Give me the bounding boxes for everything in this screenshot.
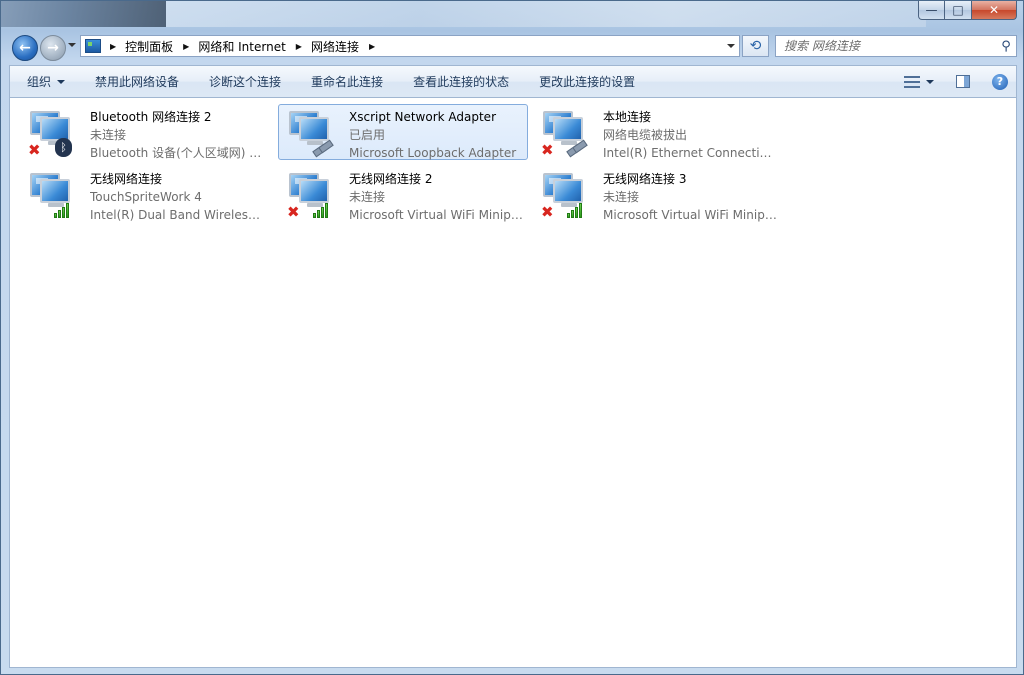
connection-status: 未连接	[603, 190, 640, 204]
network-adapter-icon: ✖ ᛒ	[28, 111, 72, 159]
network-adapter-icon: ✖	[541, 173, 585, 221]
network-adapter-icon	[28, 173, 72, 219]
signal-bars-icon	[567, 202, 585, 218]
rename-connection-button[interactable]: 重命名此连接	[296, 66, 398, 97]
help-icon[interactable]: ?	[992, 73, 1008, 90]
connection-status: 网络电缆被拔出	[603, 128, 688, 142]
error-x-icon: ✖	[287, 203, 300, 221]
signal-bars-icon	[54, 202, 72, 218]
connection-item-wireless-3[interactable]: ✖ 无线网络连接 3 未连接 Microsoft Virtual WiFi Mi…	[532, 166, 782, 222]
connection-status: 未连接	[349, 190, 386, 204]
preview-pane-icon[interactable]	[956, 75, 970, 88]
monitor-front	[553, 179, 583, 203]
connection-item-local[interactable]: ✖ 本地连接 网络电缆被拔出 Intel(R) Ethernet Connect…	[532, 104, 782, 160]
recent-pages-dropdown[interactable]	[68, 43, 76, 47]
connection-device: Microsoft Loopback Adapter	[349, 146, 517, 160]
view-status-button[interactable]: 查看此连接的状态	[398, 66, 524, 97]
monitor-front	[553, 117, 583, 141]
address-bar[interactable]: ▶ 控制面板 ▶ 网络和 Internet ▶ 网络连接 ▶	[80, 35, 740, 57]
bluetooth-icon: ᛒ	[55, 138, 72, 157]
connection-device: Microsoft Virtual WiFi Minipor...	[349, 208, 523, 222]
connection-item-wireless-2[interactable]: ✖ 无线网络连接 2 未连接 Microsoft Virtual WiFi Mi…	[278, 166, 528, 222]
title-bar-glass	[166, 1, 926, 27]
connection-text: Xscript Network Adapter 已启用 Microsoft Lo…	[349, 108, 523, 162]
maximize-button[interactable]: □	[945, 1, 972, 20]
search-box[interactable]: ⚲	[775, 35, 1017, 57]
connection-name: 本地连接	[603, 110, 652, 124]
caption-buttons: — □ ✕	[918, 1, 1017, 21]
connection-status: TouchSpriteWork 4	[90, 190, 202, 204]
view-controls: ?	[904, 66, 1008, 97]
breadcrumb-arrow-icon[interactable]: ▶	[183, 42, 189, 51]
control-panel-icon	[85, 39, 101, 53]
breadcrumb-arrow-icon[interactable]: ▶	[296, 42, 302, 51]
search-icon[interactable]: ⚲	[996, 39, 1016, 54]
monitor-front	[299, 179, 329, 203]
connection-name: 无线网络连接 2	[349, 172, 433, 186]
cable-icon	[566, 139, 588, 158]
breadcrumb: ▶ 控制面板 ▶ 网络和 Internet ▶ 网络连接 ▶	[106, 38, 384, 55]
title-bar-shade	[1, 1, 166, 27]
command-bar: 组织 禁用此网络设备 诊断这个连接 重命名此连接 查看此连接的状态 更改此连接的…	[9, 65, 1017, 98]
connection-name: 无线网络连接	[90, 172, 163, 186]
search-input[interactable]	[776, 37, 996, 55]
connection-status: 已启用	[349, 128, 386, 142]
organize-label: 组织	[27, 75, 52, 89]
diagnose-connection-button[interactable]: 诊断这个连接	[194, 66, 296, 97]
back-button[interactable]: ←	[12, 35, 38, 61]
error-x-icon: ✖	[541, 141, 554, 159]
breadcrumb-network-connections[interactable]: 网络连接	[311, 38, 359, 55]
breadcrumb-network-internet[interactable]: 网络和 Internet	[198, 38, 285, 55]
network-adapter-icon	[287, 111, 334, 158]
breadcrumb-control-panel[interactable]: 控制面板	[125, 38, 173, 55]
breadcrumb-arrow-icon[interactable]: ▶	[110, 42, 116, 51]
change-settings-button[interactable]: 更改此连接的设置	[524, 66, 650, 97]
cable-icon	[312, 139, 334, 158]
organize-button[interactable]: 组织	[10, 66, 80, 97]
connection-status: 未连接	[90, 128, 127, 142]
connection-device: Microsoft Virtual WiFi Minipor...	[603, 208, 777, 222]
connection-device: Intel(R) Dual Band Wireless-A...	[90, 208, 264, 222]
signal-bars-icon	[313, 202, 331, 218]
connection-device: Intel(R) Ethernet Connection (2...	[603, 146, 777, 160]
change-view-icon[interactable]	[904, 75, 920, 89]
error-x-icon: ✖	[28, 141, 41, 159]
connection-item-wireless[interactable]: 无线网络连接 TouchSpriteWork 4 Intel(R) Dual B…	[19, 166, 269, 222]
connection-text: 无线网络连接 TouchSpriteWork 4 Intel(R) Dual B…	[90, 170, 264, 224]
title-bar	[1, 1, 1024, 27]
error-x-icon: ✖	[541, 203, 554, 221]
navigation-bar: ← → ▶ 控制面板 ▶ 网络和 Internet ▶ 网络连接 ▶ ⟲ ⚲	[1, 29, 1024, 63]
minimize-button[interactable]: —	[918, 1, 945, 20]
breadcrumb-arrow-icon[interactable]: ▶	[369, 42, 375, 51]
network-adapter-icon: ✖	[287, 173, 331, 221]
close-button[interactable]: ✕	[972, 1, 1017, 20]
connection-text: 本地连接 网络电缆被拔出 Intel(R) Ethernet Connectio…	[603, 108, 777, 162]
refresh-button[interactable]: ⟲	[742, 35, 769, 57]
connection-item-bluetooth-2[interactable]: ✖ ᛒ Bluetooth 网络连接 2 未连接 Bluetooth 设备(个人…	[19, 104, 269, 160]
connection-text: 无线网络连接 3 未连接 Microsoft Virtual WiFi Mini…	[603, 170, 777, 224]
connections-list: ✖ ᛒ Bluetooth 网络连接 2 未连接 Bluetooth 设备(个人…	[9, 98, 1017, 668]
chevron-down-icon	[57, 79, 66, 84]
connection-text: Bluetooth 网络连接 2 未连接 Bluetooth 设备(个人区域网)…	[90, 108, 264, 162]
address-dropdown-icon[interactable]	[723, 36, 739, 56]
connection-text: 无线网络连接 2 未连接 Microsoft Virtual WiFi Mini…	[349, 170, 523, 224]
network-adapter-icon: ✖	[541, 111, 588, 159]
connection-name: 无线网络连接 3	[603, 172, 687, 186]
explorer-window: — □ ✕ ← → ▶ 控制面板 ▶ 网络和 Internet ▶ 网络连接 ▶…	[0, 0, 1024, 675]
connection-name: Bluetooth 网络连接 2	[90, 110, 212, 124]
connection-item-xscript[interactable]: Xscript Network Adapter 已启用 Microsoft Lo…	[278, 104, 528, 160]
connection-device: Bluetooth 设备(个人区域网) #2	[90, 146, 264, 160]
connection-name: Xscript Network Adapter	[349, 110, 496, 124]
forward-button[interactable]: →	[40, 35, 66, 61]
disable-device-button[interactable]: 禁用此网络设备	[80, 66, 194, 97]
view-options-dropdown-icon[interactable]	[926, 79, 934, 84]
monitor-front	[299, 117, 329, 141]
monitor-front	[40, 179, 70, 203]
refresh-icon: ⟲	[749, 38, 762, 54]
